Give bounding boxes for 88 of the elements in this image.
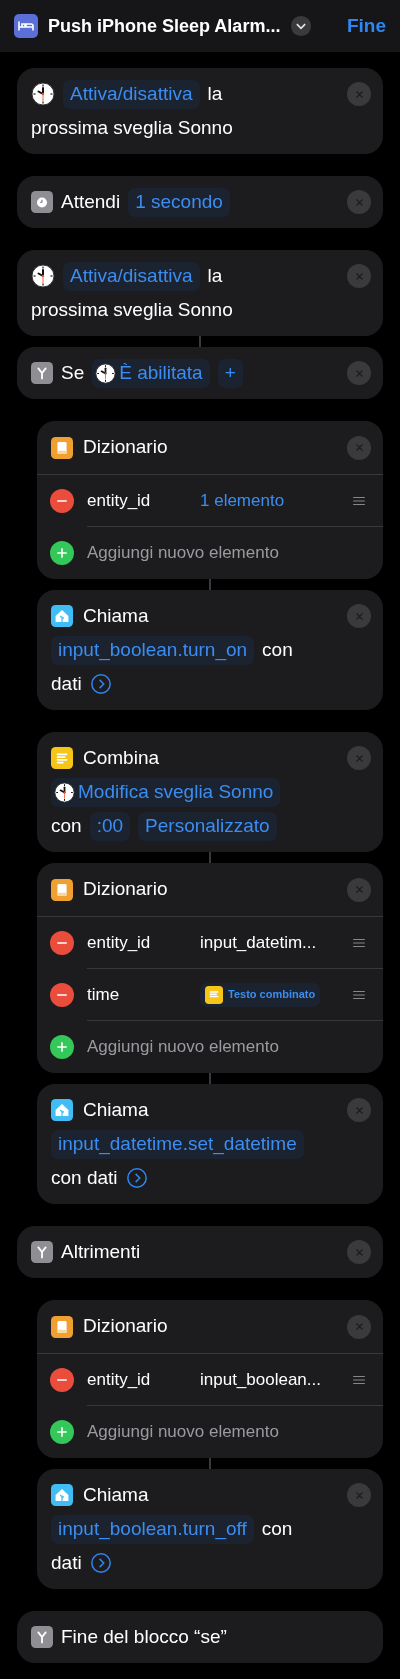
plus-icon [56, 547, 68, 559]
action-title: Chiama [83, 1482, 150, 1507]
parameter-token[interactable]: + [217, 358, 243, 388]
action-title: Chiama [83, 603, 150, 628]
close-icon [353, 270, 365, 282]
close-icon [353, 88, 365, 100]
step-text: dati [51, 1550, 82, 1575]
chevron-icon[interactable] [89, 1552, 112, 1574]
parameter-token[interactable]: Attiva/disattiva [63, 261, 200, 291]
variable-token[interactable]: Modifica sveglia Sonno [51, 777, 281, 807]
variable-token[interactable]: È abilitata [92, 358, 210, 388]
action-title: Chiama [83, 1097, 150, 1122]
notes-icon [205, 985, 223, 1004]
chevron-down-icon[interactable] [290, 15, 313, 37]
action-title: Dizionario [83, 1314, 169, 1339]
close-icon [353, 367, 365, 379]
step-text: la [207, 263, 223, 288]
step-text: la [207, 81, 223, 106]
step-text: con dati [51, 1165, 118, 1190]
plus-icon [56, 1041, 68, 1053]
done-button[interactable]: Fine [346, 11, 386, 41]
close-icon [353, 442, 365, 453]
value-text: input_boolean... [200, 1368, 321, 1391]
step-text: Fine del blocco “se” [61, 1624, 227, 1649]
house-icon [51, 1484, 73, 1506]
step-text: dati [51, 671, 82, 696]
timer-icon [31, 191, 53, 213]
branch-icon [31, 1241, 53, 1263]
remove-row-button[interactable] [50, 1368, 74, 1392]
add-item-link[interactable]: Aggiungi nuovo elemento [87, 1419, 279, 1445]
book-icon [51, 1315, 73, 1338]
close-icon [353, 1321, 365, 1332]
add-row-button[interactable] [50, 1035, 74, 1059]
branch-icon [31, 1626, 53, 1648]
action-title: Combina [83, 745, 161, 770]
add-row-button[interactable] [50, 1420, 74, 1444]
key-text: entity_id [87, 931, 152, 954]
close-icon [353, 196, 365, 208]
value-link[interactable]: 1 elemento [200, 487, 285, 514]
remove-row-button[interactable] [50, 983, 74, 1007]
shortcut-title[interactable]: Push iPhone Sleep Alarm... [48, 12, 281, 40]
close-icon [353, 1489, 365, 1501]
parameter-token[interactable]: input_boolean.turn_on [51, 635, 255, 665]
action-title: Dizionario [83, 435, 169, 460]
clock-icon [54, 781, 75, 803]
add-row-button[interactable] [50, 541, 74, 565]
step-text: Attendi [61, 189, 121, 214]
parameter-token[interactable]: Attiva/disattiva [63, 79, 200, 109]
close-icon [353, 610, 365, 622]
variable-token[interactable]: Testo combinato [200, 982, 321, 1007]
value-text: input_datetim... [200, 931, 317, 954]
chevron-icon[interactable] [89, 673, 112, 695]
step-text: con [262, 637, 293, 662]
step-text: prossima sveglia Sonno [31, 297, 233, 322]
step-text: con [261, 1516, 293, 1541]
parameter-token[interactable]: 1 secondo [128, 187, 230, 217]
plus-icon [56, 1426, 68, 1438]
close-icon [353, 752, 365, 764]
remove-row-button[interactable] [50, 931, 74, 955]
add-item-link[interactable]: Aggiungi nuovo elemento [87, 1034, 279, 1060]
house-icon [51, 1099, 73, 1121]
step-text: prossima sveglia Sonno [31, 115, 233, 140]
key-text: entity_id [87, 1368, 152, 1391]
action-title: Dizionario [83, 877, 169, 902]
step-text: con [51, 813, 82, 838]
bed-icon [14, 14, 38, 38]
parameter-token[interactable]: :00 [89, 811, 131, 841]
key-text: entity_id [87, 489, 152, 512]
book-icon [51, 436, 73, 459]
key-text: time [87, 983, 121, 1006]
clock-icon [31, 82, 55, 106]
branch-icon [31, 362, 53, 384]
clock-icon [31, 264, 55, 288]
parameter-token[interactable]: Personalizzato [138, 811, 277, 841]
remove-row-button[interactable] [50, 489, 74, 513]
parameter-token[interactable]: input_datetime.set_datetime [51, 1129, 304, 1159]
close-icon [353, 1104, 365, 1116]
parameter-token[interactable]: input_boolean.turn_off [51, 1514, 254, 1544]
clock-icon [95, 362, 117, 384]
close-icon [353, 1246, 365, 1258]
notes-icon [51, 747, 73, 769]
step-text: Altrimenti [61, 1239, 141, 1264]
chevron-icon[interactable] [125, 1167, 148, 1189]
close-icon [353, 884, 365, 895]
add-item-link[interactable]: Aggiungi nuovo elemento [87, 540, 279, 566]
step-text: Se [61, 360, 85, 385]
house-icon [51, 605, 73, 627]
book-icon [51, 878, 73, 901]
